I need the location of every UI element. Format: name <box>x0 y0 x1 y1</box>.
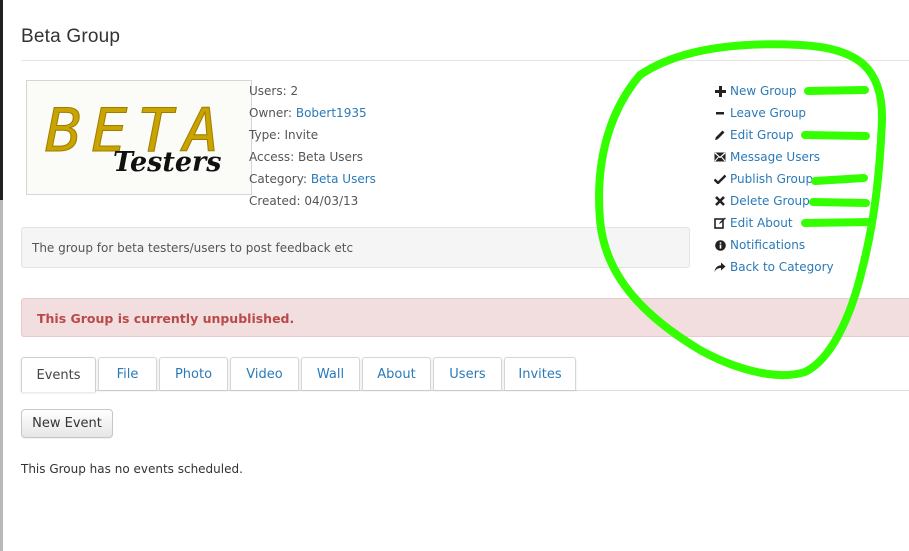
info-type: Type: Invite <box>249 128 319 142</box>
new-event-button[interactable]: New Event <box>21 409 113 438</box>
info-category: Category: Beta Users <box>249 172 376 186</box>
owner-link[interactable]: Bobert1935 <box>296 106 367 120</box>
action-notifications[interactable]: Notifications <box>714 237 834 259</box>
action-edit-group[interactable]: Edit Group <box>714 127 834 149</box>
tab-invites[interactable]: Invites <box>504 357 576 390</box>
action-message-users[interactable]: Message Users <box>714 149 834 171</box>
checkmark-icon <box>714 172 726 186</box>
info-circle-icon <box>714 238 726 252</box>
action-leave-group[interactable]: Leave Group <box>714 105 834 127</box>
action-delete-group[interactable]: Delete Group <box>714 193 834 215</box>
unpublished-alert: This Group is currently unpublished. <box>21 298 909 337</box>
window-left-edge-dark <box>0 0 3 200</box>
title-divider <box>21 60 909 61</box>
info-users: Users: 2 <box>249 84 299 98</box>
edit-box-icon <box>714 216 726 230</box>
action-new-group[interactable]: New Group <box>714 83 834 105</box>
action-back-to-category[interactable]: Back to Category <box>714 259 834 281</box>
tab-events[interactable]: Events <box>21 357 96 392</box>
action-edit-about[interactable]: Edit About <box>714 215 834 237</box>
group-info: Users: 2 Owner: Bobert1935 Type: Invite … <box>249 83 376 215</box>
tab-users[interactable]: Users <box>433 357 502 390</box>
tab-file[interactable]: File <box>98 357 157 390</box>
x-icon <box>714 194 726 208</box>
tab-about[interactable]: About <box>362 357 431 390</box>
pencil-icon <box>714 128 726 142</box>
no-events-message: This Group has no events scheduled. <box>21 462 243 476</box>
users-count: 2 <box>290 84 299 98</box>
group-actions-menu: New Group Leave Group Edit Group Message… <box>714 83 834 281</box>
category-link[interactable]: Beta Users <box>311 172 376 186</box>
logo-testers-text: Testers <box>113 147 221 178</box>
tab-video[interactable]: Video <box>230 357 299 390</box>
info-access: Access: Beta Users <box>249 150 364 164</box>
page-title: Beta Group <box>21 26 121 47</box>
tab-wall[interactable]: Wall <box>301 357 360 390</box>
plus-icon <box>714 84 726 98</box>
action-publish-group[interactable]: Publish Group <box>714 171 834 193</box>
info-owner: Owner: Bobert1935 <box>249 106 367 120</box>
group-tabs: Events File Photo Video Wall About Users… <box>21 357 578 392</box>
group-description: The group for beta testers/users to post… <box>21 227 690 268</box>
info-created: Created: 04/03/13 <box>249 194 359 208</box>
group-logo: BETA Testers <box>26 80 252 195</box>
tab-photo[interactable]: Photo <box>159 357 228 390</box>
minus-icon <box>714 106 726 120</box>
share-arrow-icon <box>714 260 726 274</box>
envelope-icon <box>714 150 726 164</box>
